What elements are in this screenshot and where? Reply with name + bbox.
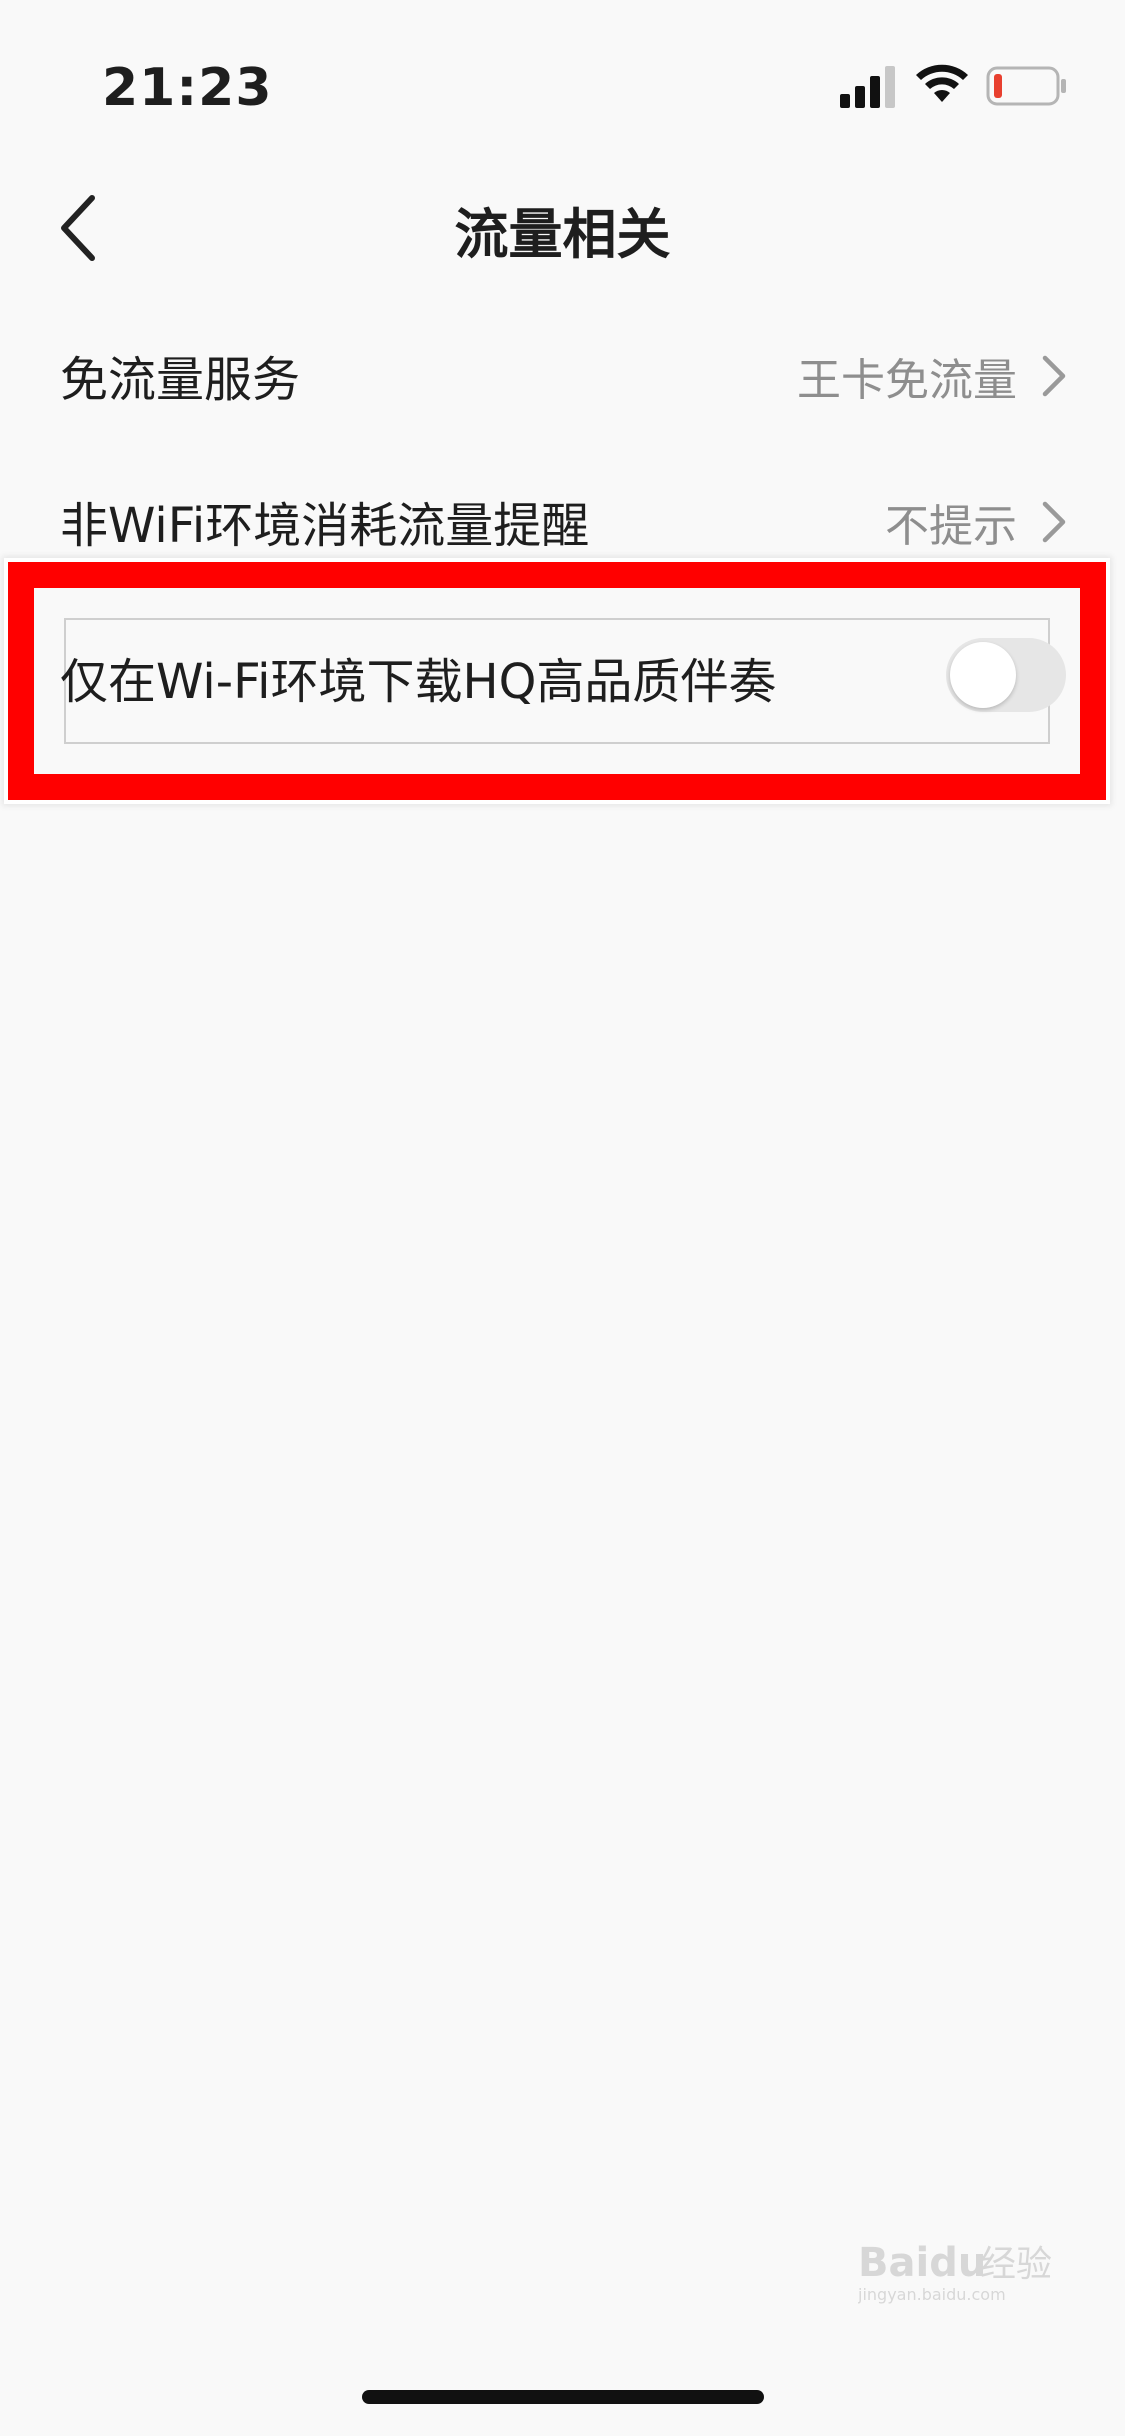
home-indicator[interactable] xyxy=(362,2390,764,2404)
settings-row-value: 王卡免流量 xyxy=(797,355,1017,406)
wifi-icon xyxy=(916,64,968,102)
toggle-knob xyxy=(950,642,1016,708)
baidu-watermark: Baidu 经验 jingyan.baidu.com xyxy=(857,2226,1078,2306)
settings-row-label: 仅在Wi-Fi环境下载HQ高品质伴奏 xyxy=(60,654,777,710)
baidu-paw-icon: Baidu 经验 jingyan.baidu.com xyxy=(857,2240,1052,2304)
chevron-right-icon xyxy=(1042,501,1066,543)
watermark-url: jingyan.baidu.com xyxy=(858,2285,1006,2304)
settings-row-free-traffic[interactable]: 免流量服务 王卡免流量 xyxy=(0,306,1125,446)
status-bar: 21:23 xyxy=(0,0,1125,140)
chevron-right-icon xyxy=(1042,355,1066,397)
settings-row-label: 非WiFi环境消耗流量提醒 xyxy=(60,498,590,554)
watermark-brand: Baidu xyxy=(858,2240,986,2286)
battery-low-icon xyxy=(986,66,1066,106)
signal-icon xyxy=(840,66,895,108)
hq-download-toggle[interactable] xyxy=(946,638,1066,712)
settings-row-value: 不提示 xyxy=(885,501,1017,552)
watermark-suffix: 经验 xyxy=(980,2244,1052,2285)
settings-row-label: 免流量服务 xyxy=(60,352,301,408)
status-time: 21:23 xyxy=(102,58,273,118)
page-title: 流量相关 xyxy=(454,203,671,266)
navigation-bar: 流量相关 xyxy=(0,170,1125,280)
